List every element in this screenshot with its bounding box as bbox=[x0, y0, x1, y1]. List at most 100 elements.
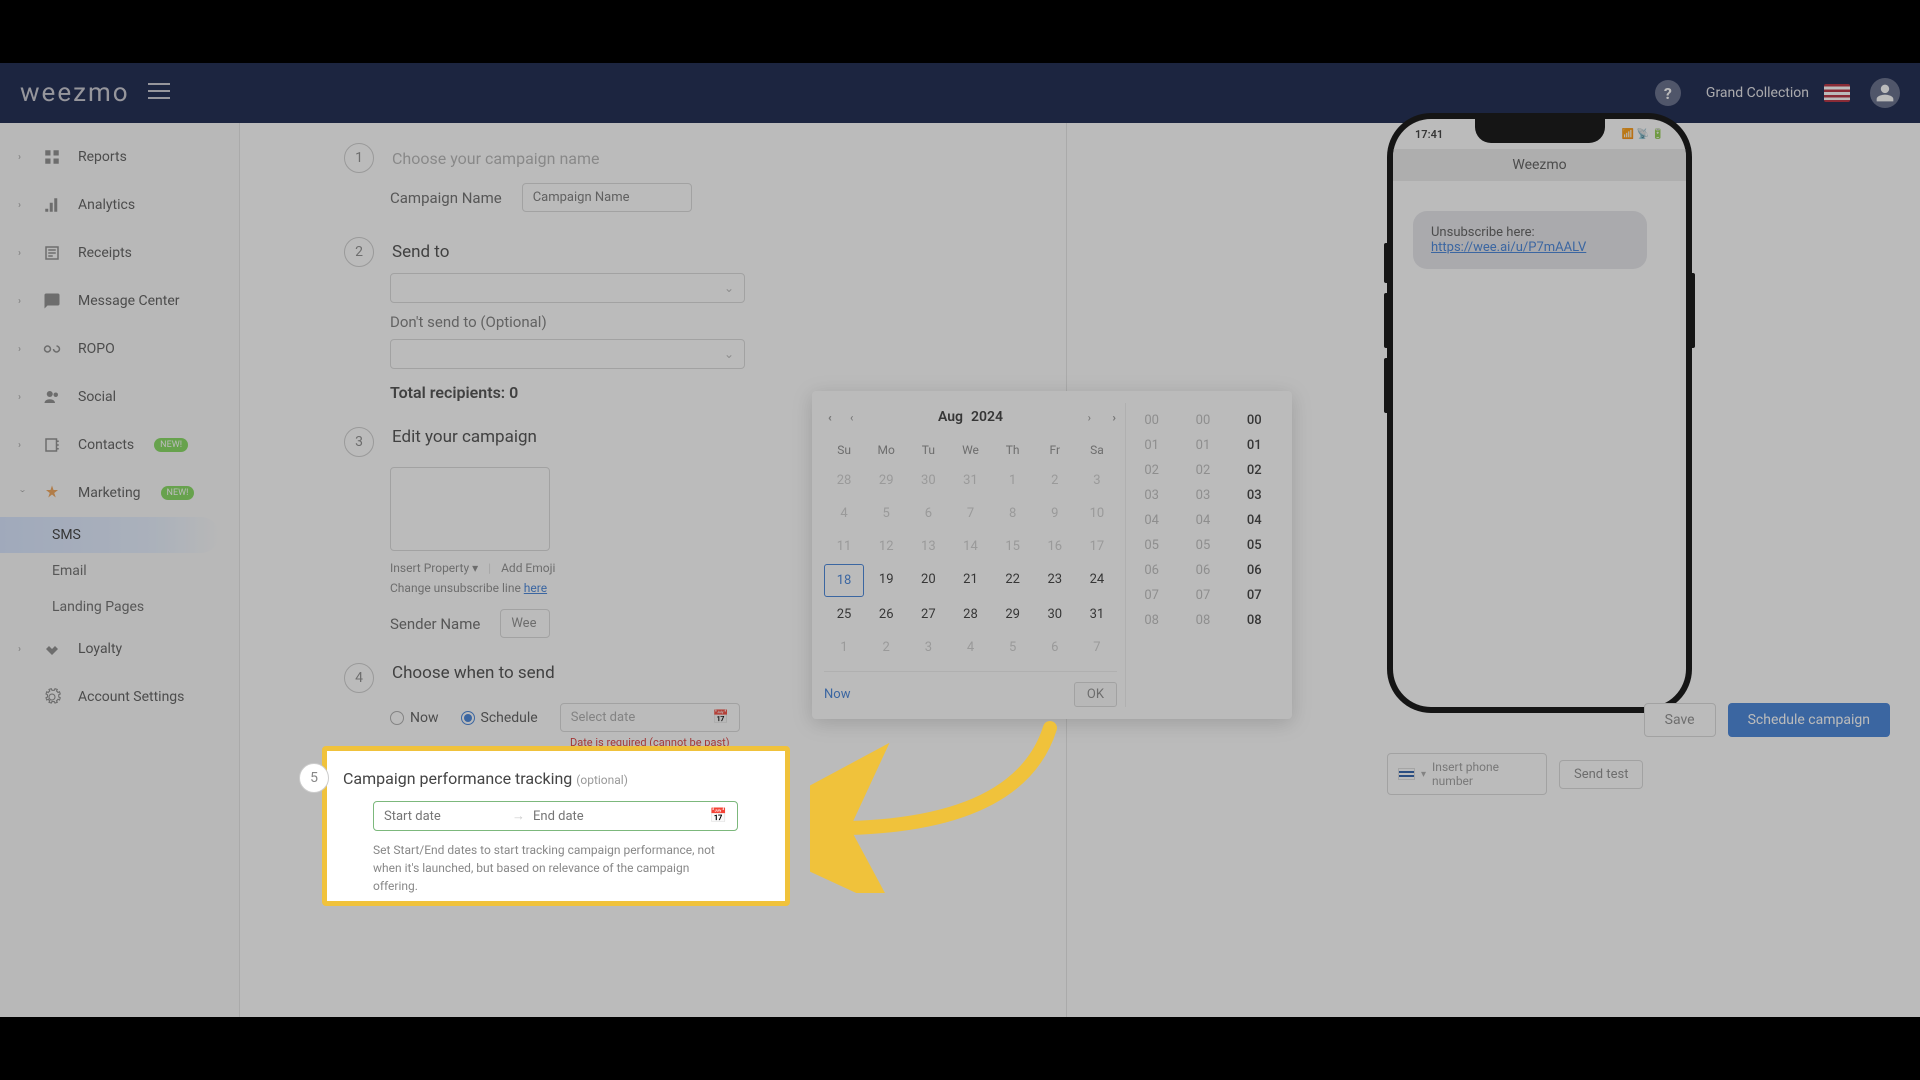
dp-time-item[interactable]: 03 bbox=[1126, 483, 1177, 508]
step-4-title: Choose when to send bbox=[392, 663, 555, 683]
avatar-icon[interactable] bbox=[1870, 78, 1900, 108]
locale-flag-icon[interactable] bbox=[1824, 84, 1850, 102]
dp-day: 2 bbox=[1035, 465, 1075, 496]
menu-toggle[interactable] bbox=[148, 83, 170, 103]
dp-now-button[interactable]: Now bbox=[824, 687, 850, 702]
send-test-button[interactable]: Send test bbox=[1559, 760, 1643, 789]
test-phone-input[interactable]: ▾Insert phone number bbox=[1387, 753, 1547, 795]
sender-name-input[interactable] bbox=[500, 609, 550, 638]
campaign-body-input[interactable] bbox=[390, 467, 550, 551]
send-to-select[interactable]: ⌄ bbox=[390, 273, 745, 303]
dp-time-item[interactable]: 01 bbox=[1177, 433, 1228, 458]
dp-day[interactable]: 25 bbox=[824, 599, 864, 630]
dp-day[interactable]: 31 bbox=[1077, 599, 1117, 630]
sidebar-item-message-center[interactable]: ›Message Center bbox=[0, 277, 239, 325]
perf-date-range[interactable]: → 📅 bbox=[373, 801, 738, 831]
dp-day: 7 bbox=[1077, 632, 1117, 663]
dp-time-item[interactable]: 02 bbox=[1177, 458, 1228, 483]
dp-time-item[interactable]: 01 bbox=[1126, 433, 1177, 458]
dp-time-item[interactable]: 05 bbox=[1229, 533, 1280, 558]
dont-send-select[interactable]: ⌄ bbox=[390, 339, 745, 369]
dp-month[interactable]: Aug bbox=[938, 409, 963, 425]
help-icon[interactable]: ? bbox=[1655, 80, 1681, 106]
dp-time-item[interactable]: 06 bbox=[1126, 558, 1177, 583]
optional-tag: (optional) bbox=[576, 773, 628, 787]
dp-time-item[interactable]: 04 bbox=[1177, 508, 1228, 533]
dp-day[interactable]: 23 bbox=[1035, 564, 1075, 597]
dp-year[interactable]: 2024 bbox=[971, 409, 1003, 425]
sidebar-item-loyalty[interactable]: ›Loyalty bbox=[0, 625, 239, 673]
dp-dow: Tu bbox=[908, 437, 948, 463]
dp-day[interactable]: 21 bbox=[950, 564, 990, 597]
sidebar-sub-email[interactable]: Email bbox=[0, 553, 239, 589]
dp-time-col[interactable]: 000102030405060708 bbox=[1229, 403, 1280, 663]
dp-time-item[interactable]: 08 bbox=[1229, 608, 1280, 633]
dp-time-item[interactable]: 02 bbox=[1229, 458, 1280, 483]
dp-time-item[interactable]: 00 bbox=[1229, 408, 1280, 433]
dp-time-item[interactable]: 08 bbox=[1126, 608, 1177, 633]
dp-day[interactable]: 24 bbox=[1077, 564, 1117, 597]
dp-day[interactable]: 27 bbox=[908, 599, 948, 630]
sidebar-item-ropo[interactable]: ›ROPO bbox=[0, 325, 239, 373]
insert-property-link[interactable]: Insert Property ▾ bbox=[390, 561, 478, 575]
dp-day: 1 bbox=[993, 465, 1033, 496]
dp-prev-month[interactable]: ‹ bbox=[850, 411, 853, 424]
schedule-date-input[interactable]: Select date📅 bbox=[560, 703, 740, 732]
dp-time-item[interactable]: 02 bbox=[1126, 458, 1177, 483]
dp-time-item[interactable]: 04 bbox=[1229, 508, 1280, 533]
dp-dow: Sa bbox=[1077, 437, 1117, 463]
unsub-here-link[interactable]: here bbox=[524, 581, 547, 595]
dp-day[interactable]: 19 bbox=[866, 564, 906, 597]
dp-time-item[interactable]: 05 bbox=[1177, 533, 1228, 558]
save-button[interactable]: Save bbox=[1644, 703, 1716, 737]
dp-time-item[interactable]: 07 bbox=[1229, 583, 1280, 608]
sidebar-item-reports[interactable]: ›Reports bbox=[0, 133, 239, 181]
app-container: weezmo ? Grand Collection ›Reports ›Anal… bbox=[0, 63, 1920, 1017]
dp-prev-year[interactable]: ‹‹ bbox=[828, 411, 829, 424]
dp-time-item[interactable]: 03 bbox=[1229, 483, 1280, 508]
dp-day[interactable]: 30 bbox=[1035, 599, 1075, 630]
start-date-input[interactable] bbox=[384, 809, 504, 824]
end-date-input[interactable] bbox=[533, 809, 653, 824]
dp-time-item[interactable]: 06 bbox=[1177, 558, 1228, 583]
dp-day[interactable]: 22 bbox=[993, 564, 1033, 597]
dp-time-item[interactable]: 01 bbox=[1229, 433, 1280, 458]
dp-day[interactable]: 26 bbox=[866, 599, 906, 630]
radio-schedule[interactable]: Schedule bbox=[461, 710, 538, 726]
dp-next-month[interactable]: › bbox=[1088, 411, 1091, 424]
dp-ok-button[interactable]: OK bbox=[1074, 682, 1117, 707]
dp-time-item[interactable]: 05 bbox=[1126, 533, 1177, 558]
dp-time-col[interactable]: 000102030405060708 bbox=[1126, 403, 1177, 663]
dp-time-item[interactable]: 06 bbox=[1229, 558, 1280, 583]
schedule-campaign-button[interactable]: Schedule campaign bbox=[1728, 703, 1890, 737]
dp-day[interactable]: 29 bbox=[993, 599, 1033, 630]
account-name[interactable]: Grand Collection bbox=[1706, 85, 1809, 101]
dp-day[interactable]: 20 bbox=[908, 564, 948, 597]
dp-time-item[interactable]: 08 bbox=[1177, 608, 1228, 633]
dp-time-col[interactable]: 000102030405060708 bbox=[1177, 403, 1228, 663]
dp-day[interactable]: 18 bbox=[824, 564, 864, 597]
sidebar-sub-landing[interactable]: Landing Pages bbox=[0, 589, 239, 625]
sidebar-item-marketing[interactable]: ›MarketingNEW! bbox=[0, 469, 239, 517]
sidebar-item-receipts[interactable]: ›Receipts bbox=[0, 229, 239, 277]
dp-day[interactable]: 28 bbox=[950, 599, 990, 630]
sidebar-item-contacts[interactable]: ›ContactsNEW! bbox=[0, 421, 239, 469]
radio-now[interactable]: Now bbox=[390, 710, 439, 726]
add-emoji-link[interactable]: Add Emoji bbox=[501, 561, 555, 575]
dp-time-item[interactable]: 00 bbox=[1177, 408, 1228, 433]
dp-time-item[interactable]: 00 bbox=[1126, 408, 1177, 433]
step-5-badge: 5 bbox=[299, 763, 329, 793]
dp-time-item[interactable]: 07 bbox=[1177, 583, 1228, 608]
dp-next-year[interactable]: ›› bbox=[1112, 411, 1113, 424]
calendar-icon: 📅 bbox=[710, 808, 727, 824]
sidebar-sub-sms[interactable]: SMS bbox=[0, 517, 219, 553]
ropo-icon bbox=[42, 339, 62, 359]
sidebar-item-settings[interactable]: ›Account Settings bbox=[0, 673, 239, 721]
dp-time-item[interactable]: 04 bbox=[1126, 508, 1177, 533]
campaign-name-input[interactable] bbox=[522, 183, 692, 212]
dp-time-panel[interactable]: 0001020304050607080001020304050607080001… bbox=[1125, 403, 1280, 707]
sidebar-item-social[interactable]: ›Social bbox=[0, 373, 239, 421]
sidebar-item-analytics[interactable]: ›Analytics bbox=[0, 181, 239, 229]
dp-time-item[interactable]: 03 bbox=[1177, 483, 1228, 508]
dp-time-item[interactable]: 07 bbox=[1126, 583, 1177, 608]
